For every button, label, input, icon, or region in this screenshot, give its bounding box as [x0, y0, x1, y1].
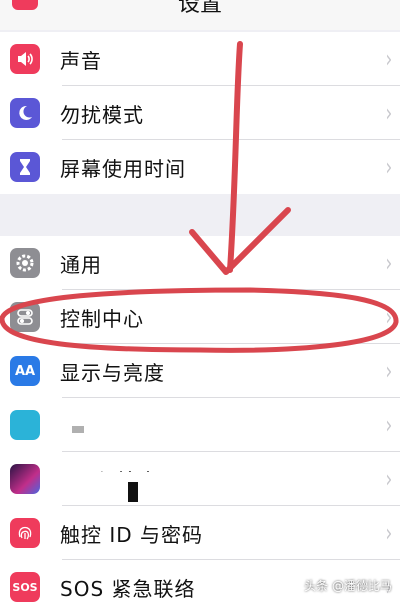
wallpaper-icon: [10, 410, 40, 440]
siri-icon: [10, 464, 40, 494]
chevron-right-icon: ›: [385, 465, 393, 493]
settings-row-label: 通用: [60, 252, 102, 277]
settings-row-label: 控制中心: [60, 306, 144, 331]
settings-row-label: 勿扰模式: [60, 102, 144, 127]
chevron-right-icon: ›: [385, 303, 393, 331]
text-size-icon: AA: [10, 356, 40, 386]
chevron-right-icon: ›: [385, 45, 393, 73]
redaction-mask: [55, 472, 165, 502]
nav-bar: 设置: [0, 0, 400, 30]
chevron-right-icon: ›: [385, 519, 393, 547]
settings-row-label: SOS 紧急联络: [60, 576, 196, 601]
settings-row-general[interactable]: 通用 ›: [0, 236, 400, 290]
settings-row-label: 显示与亮度: [60, 360, 165, 385]
control-center-icon: [10, 302, 40, 332]
settings-row-label: 屏幕使用时间: [60, 156, 186, 181]
settings-row-sound[interactable]: 声音 ›: [0, 32, 400, 86]
hourglass-icon: [10, 152, 40, 182]
settings-row-display[interactable]: AA 显示与亮度 ›: [0, 344, 400, 398]
settings-row-label: 触控 ID 与密码: [60, 522, 204, 547]
chevron-right-icon: ›: [385, 99, 393, 127]
chevron-right-icon: ›: [385, 249, 393, 277]
speaker-icon: [10, 44, 40, 74]
settings-group-2: 通用 › 控制中心 › AA 显示与亮度 › › Siri与搜索 › 触控 ID…: [0, 236, 400, 614]
sos-icon: SOS: [10, 572, 40, 602]
page-title: 设置: [177, 0, 222, 17]
blur-mask: [72, 426, 84, 433]
moon-icon: [10, 98, 40, 128]
redaction-mark: [128, 482, 138, 502]
settings-row-do-not-disturb[interactable]: 勿扰模式 ›: [0, 86, 400, 140]
settings-row-control-center[interactable]: 控制中心 ›: [0, 290, 400, 344]
fingerprint-icon: [10, 518, 40, 548]
settings-row-wallpaper[interactable]: ›: [0, 398, 400, 452]
watermark: 头条 @潘德比马: [304, 579, 392, 593]
chevron-right-icon: ›: [385, 411, 393, 439]
settings-row-label: 声音: [60, 48, 102, 73]
chevron-right-icon: ›: [385, 357, 393, 385]
chevron-right-icon: ›: [385, 153, 393, 181]
settings-row-siri[interactable]: Siri与搜索 ›: [0, 452, 400, 506]
settings-group-1: 声音 › 勿扰模式 › 屏幕使用时间 ›: [0, 32, 400, 194]
gear-icon: [10, 248, 40, 278]
settings-row-screen-time[interactable]: 屏幕使用时间 ›: [0, 140, 400, 194]
settings-row-touch-id[interactable]: 触控 ID 与密码 ›: [0, 506, 400, 560]
